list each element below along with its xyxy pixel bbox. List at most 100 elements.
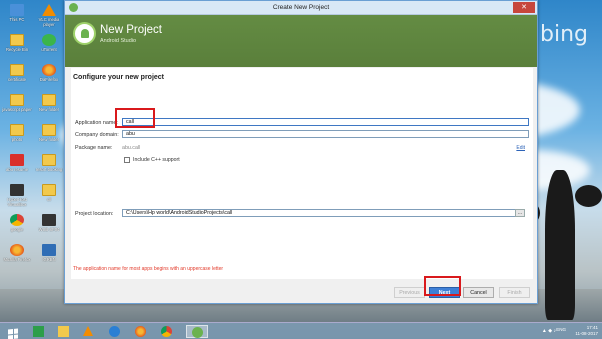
window-title: Create New Project xyxy=(272,4,330,11)
windows-logo-icon xyxy=(8,328,18,339)
desktop-icon-label: photo xyxy=(11,137,23,142)
validation-message: The application name for most apps begin… xyxy=(73,266,224,272)
page-title: Configure your new project xyxy=(73,74,165,81)
close-button[interactable]: ✕ xyxy=(513,2,535,13)
desktop-icon[interactable]: DaFirefox xyxy=(33,64,65,87)
desktop-icon-label: google xyxy=(10,227,24,232)
desktop-icon[interactable]: cll xyxy=(33,184,65,207)
desktop-icon-label: cll xyxy=(47,197,51,202)
location-row: Project location: xyxy=(75,209,125,218)
cancel-button[interactable]: Cancel xyxy=(463,287,494,298)
dark-icon xyxy=(10,184,24,196)
desktop-icon-label: WSB SF04 xyxy=(38,227,60,232)
app-name-input[interactable]: call xyxy=(122,118,529,126)
tree xyxy=(575,185,602,207)
pdf-icon xyxy=(10,154,24,166)
desktop-icon-label: resort booking xyxy=(35,167,63,172)
desktop-icon[interactable]: javascript paper xyxy=(1,94,33,117)
clock[interactable]: 17:41 11-08-2017 xyxy=(575,325,598,337)
dark-icon xyxy=(42,214,56,226)
checkbox-box[interactable] xyxy=(124,157,130,163)
company-domain-input[interactable]: abu xyxy=(122,130,529,138)
desktop-icon[interactable]: New folder xyxy=(33,94,65,117)
desktop-icon[interactable]: resort booking xyxy=(33,154,65,177)
desktop-icon[interactable]: This PC xyxy=(1,4,33,27)
desktop-icon-label: DaFirefox xyxy=(39,77,59,82)
desktop-icon[interactable]: certificate xyxy=(1,64,33,87)
ff-icon xyxy=(10,244,24,256)
desktop-icon-label: New folder xyxy=(38,107,59,112)
green-icon xyxy=(42,34,56,46)
firefox-icon[interactable] xyxy=(130,325,152,338)
desktop-icon-label: VLC media player xyxy=(38,17,60,27)
ie-icon[interactable] xyxy=(104,325,126,338)
store-icon[interactable] xyxy=(28,325,50,338)
mail-icon xyxy=(42,244,56,256)
finish-button[interactable]: Finish xyxy=(499,287,530,298)
folder-icon xyxy=(42,94,56,106)
banner-subtitle: Android Studio xyxy=(100,38,137,44)
taskbar: ▲ ◆ ♪ ENG 17:41 11-08-2017 xyxy=(0,322,602,339)
browse-button[interactable]: ... xyxy=(515,209,525,217)
pc-icon xyxy=(10,4,24,16)
company-domain-label: Company domain: xyxy=(75,131,119,138)
bing-logo: bing xyxy=(540,22,588,47)
project-location-input[interactable]: C:\Users\Hp world\AndroidStudioProjects\… xyxy=(122,209,517,217)
configure-panel: Configure your new project Application n… xyxy=(71,68,533,280)
android-studio-taskbar-icon[interactable] xyxy=(186,325,208,338)
desktop-icon[interactable]: New folder xyxy=(33,124,65,147)
folder-icon xyxy=(10,34,24,46)
package-name-value: abu.call xyxy=(122,145,141,151)
folder-icon xyxy=(42,154,56,166)
desktop-icon[interactable]: abu resume xyxy=(1,154,33,177)
desktop-icon[interactable]: uTorrent xyxy=(33,34,65,57)
explorer-icon[interactable] xyxy=(53,325,75,338)
desktop-icon[interactable]: VLC media player xyxy=(33,4,65,27)
desktop-icon-label: This PC xyxy=(9,17,25,22)
project-location-label: Project location: xyxy=(75,210,114,217)
desktop-icon-label: certificate xyxy=(8,77,26,82)
desktop-icon[interactable]: Mozilla Firefox xyxy=(1,244,33,267)
folder-icon xyxy=(42,184,56,196)
edit-package-link[interactable]: Edit xyxy=(516,145,525,151)
ff-icon xyxy=(42,64,56,76)
desktop-icon-label: uTorrent xyxy=(41,47,57,52)
desktop-icon[interactable]: Recycle Bin xyxy=(1,34,33,57)
android-studio-logo-icon xyxy=(73,22,96,45)
button-bar: Previous Next Cancel Finish xyxy=(65,279,537,303)
desktop-icon[interactable]: WSB SF04 xyxy=(33,214,65,237)
banner: New Project Android Studio xyxy=(65,15,537,67)
cpp-support-checkbox[interactable]: Include C++ support xyxy=(124,157,180,163)
desktop-icon-label: New folder xyxy=(38,137,59,142)
company-row: Company domain: xyxy=(75,130,125,139)
previous-button[interactable]: Previous xyxy=(394,287,425,298)
clock-date: 11-08-2017 xyxy=(575,331,598,336)
desktop-icon-label: HyberHost VirtualBox xyxy=(7,197,27,207)
folder-icon xyxy=(42,124,56,136)
desktop-icon-label: Mozilla Firefox xyxy=(3,257,31,262)
annotation-highlight-next xyxy=(424,276,461,296)
desktop-icon-label: Recycle Bin xyxy=(5,47,29,52)
vlc-icon xyxy=(42,4,56,16)
folder-icon xyxy=(10,94,24,106)
desktop-icon-label: abu resume xyxy=(5,167,29,172)
title-bar[interactable]: Create New Project ✕ xyxy=(65,1,537,15)
package-name-label: Package name: xyxy=(75,144,113,151)
tree xyxy=(545,170,575,320)
chrome-icon xyxy=(10,214,24,226)
cpp-support-label: Include C++ support xyxy=(133,157,180,163)
desktop-icon-label: IGREN xyxy=(42,257,56,262)
package-row: Package name: xyxy=(75,143,125,152)
annotation-highlight-app-name xyxy=(115,108,155,128)
desktop-icon[interactable]: IGREN xyxy=(33,244,65,267)
desktop-icon[interactable]: HyberHost VirtualBox xyxy=(1,184,33,207)
vlc-icon[interactable] xyxy=(78,325,100,338)
language-indicator[interactable]: ENG xyxy=(556,327,566,332)
create-new-project-dialog: Create New Project ✕ New Project Android… xyxy=(64,0,538,304)
start-button[interactable] xyxy=(2,325,24,339)
chrome-icon[interactable] xyxy=(156,325,178,338)
desktop-icon[interactable]: google xyxy=(1,214,33,237)
desktop-icon[interactable]: photo xyxy=(1,124,33,147)
desktop-icon-label: javascript paper xyxy=(2,107,32,112)
system-tray-icons[interactable]: ▲ ◆ ♪ xyxy=(542,328,556,334)
